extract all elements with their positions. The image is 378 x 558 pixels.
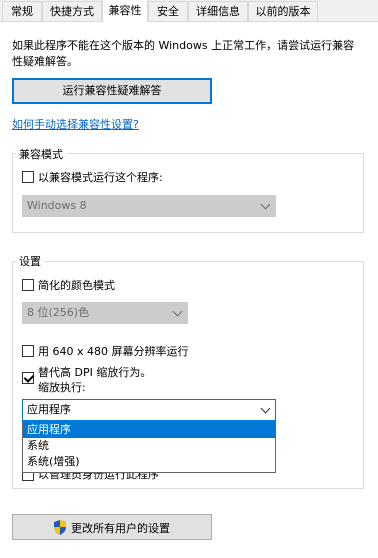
color-mode-select[interactable]: 8 位(256)色 <box>22 302 188 324</box>
os-version-select[interactable]: Windows 8 <box>22 195 276 217</box>
compat-mode-checkbox[interactable] <box>22 171 34 183</box>
tab-shortcut[interactable]: 快捷方式 <box>42 1 102 21</box>
reduced-color-label: 简化的颜色模式 <box>38 279 115 292</box>
res640-checkbox[interactable] <box>22 345 34 357</box>
change-all-users-label: 更改所有用户的设置 <box>71 522 170 535</box>
compat-mode-title: 兼容模式 <box>16 146 66 162</box>
dpi-override-checkbox[interactable] <box>22 372 34 384</box>
run-troubleshooter-button[interactable]: 运行兼容性疑难解答 <box>12 78 212 104</box>
dpi-override-label: 替代高 DPI 缩放行为。 <box>38 366 152 379</box>
shield-icon <box>54 520 66 535</box>
os-version-value: Windows 8 <box>27 199 87 212</box>
dpi-scaling-dropdown-list: 应用程序 系统 系统(增强) <box>22 421 276 473</box>
description-text: 如果此程序不能在这个版本的 Windows 上正常工作，请尝试运行兼容性疑难解答… <box>12 39 355 68</box>
dropdown-option-application[interactable]: 应用程序 <box>23 422 275 438</box>
tab-compatibility[interactable]: 兼容性 <box>102 0 148 22</box>
dpi-scaling-value: 应用程序 <box>27 403 71 416</box>
tab-general[interactable]: 常规 <box>2 1 42 21</box>
dpi-scaling-select[interactable]: 应用程序 <box>22 399 276 421</box>
tab-details[interactable]: 详细信息 <box>188 1 248 21</box>
chevron-down-icon <box>260 199 271 210</box>
tab-security[interactable]: 安全 <box>148 1 188 21</box>
dropdown-option-system-enhanced[interactable]: 系统(增强) <box>23 454 275 470</box>
manual-settings-link[interactable]: 如何手动选择兼容性设置? <box>12 116 139 132</box>
change-all-users-button[interactable]: 更改所有用户的设置 <box>12 514 212 540</box>
compat-mode-label: 以兼容模式运行这个程序: <box>38 171 163 184</box>
settings-title: 设置 <box>16 253 44 269</box>
compat-mode-group <box>12 153 364 233</box>
chevron-down-icon <box>172 306 183 317</box>
tab-divider <box>0 21 378 22</box>
dpi-scaling-label: 缩放执行: <box>38 381 86 394</box>
chevron-down-icon <box>260 403 271 414</box>
tab-previous-versions[interactable]: 以前的版本 <box>248 1 318 21</box>
res640-label: 用 640 x 480 屏幕分辨率运行 <box>38 345 189 358</box>
color-mode-value: 8 位(256)色 <box>27 306 90 319</box>
reduced-color-checkbox[interactable] <box>22 279 34 291</box>
dropdown-option-system[interactable]: 系统 <box>23 438 275 454</box>
